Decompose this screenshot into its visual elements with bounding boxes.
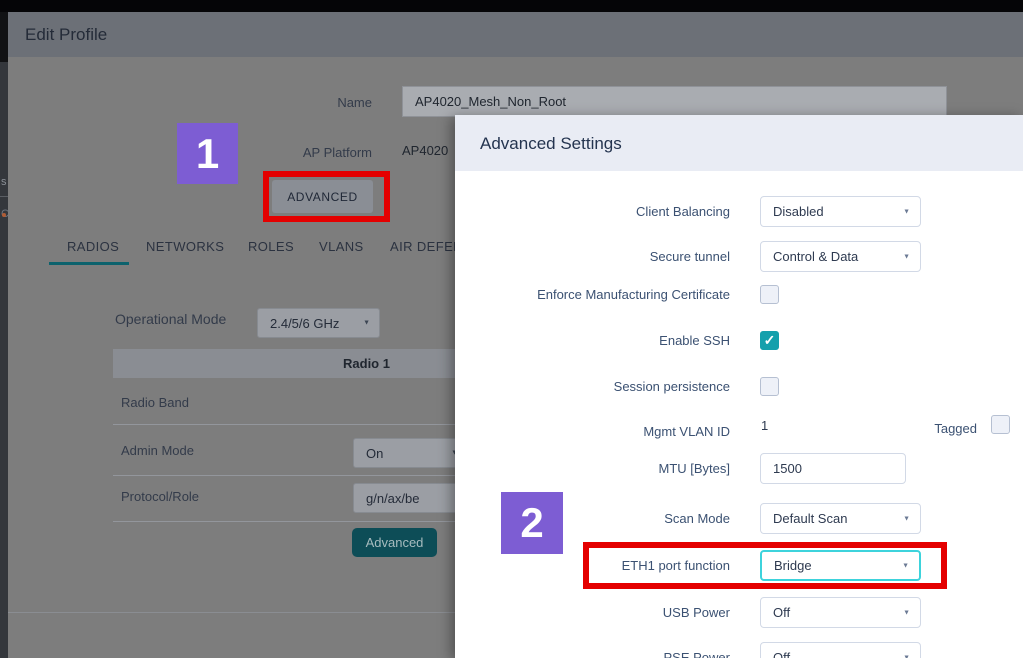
protocol-role-select[interactable]: g/n/ax/be	[353, 483, 468, 513]
page-title: Edit Profile	[25, 25, 107, 45]
enable-ssh-checkbox[interactable]: ✓	[760, 331, 779, 350]
enforce-cert-label: Enforce Manufacturing Certificate	[470, 287, 730, 302]
client-balancing-select[interactable]: Disabled ▼	[760, 196, 921, 227]
ap-platform-value: AP4020	[402, 143, 448, 158]
radio-advanced-button-label: Advanced	[366, 535, 424, 550]
mgmt-vlan-value: 1	[761, 418, 768, 433]
admin-mode-select[interactable]: On ▼	[353, 438, 468, 468]
annotation-red-box-2	[583, 542, 947, 589]
radio-advanced-button[interactable]: Advanced	[352, 528, 437, 557]
usb-power-value: Off	[773, 605, 790, 620]
scan-mode-value: Default Scan	[773, 511, 847, 526]
dropdown-caret-icon: ▼	[903, 654, 910, 658]
sidebar-text-fragment: s	[1, 176, 7, 188]
name-input[interactable]	[402, 86, 947, 117]
step-1-number: 1	[196, 130, 219, 178]
mtu-input[interactable]	[760, 453, 906, 484]
pse-power-value: Off	[773, 650, 790, 658]
operational-mode-label: Operational Mode	[115, 311, 226, 327]
protocol-role-label: Protocol/Role	[121, 489, 199, 504]
scan-mode-select[interactable]: Default Scan ▼	[760, 503, 921, 534]
radio-band-label: Radio Band	[121, 395, 189, 410]
secure-tunnel-label: Secure tunnel	[470, 249, 730, 264]
client-balancing-value: Disabled	[773, 204, 824, 219]
protocol-role-value: g/n/ax/be	[366, 491, 420, 506]
checkmark-icon: ✓	[764, 332, 776, 349]
active-tab-underline	[49, 262, 129, 265]
step-2-number: 2	[520, 499, 543, 547]
tagged-label: Tagged	[857, 421, 977, 436]
sidebar-divider	[0, 196, 8, 197]
mtu-label: MTU [Bytes]	[470, 461, 730, 476]
tab-vlans[interactable]: VLANS	[319, 239, 364, 254]
annotation-step-badge-1: 1	[177, 123, 238, 184]
dropdown-caret-icon: ▼	[363, 320, 370, 327]
dropdown-caret-icon: ▼	[903, 208, 910, 215]
tab-roles[interactable]: ROLES	[248, 239, 294, 254]
pse-power-label: PSE Power	[470, 650, 730, 658]
annotation-red-box-1	[263, 171, 390, 222]
tagged-checkbox[interactable]	[991, 415, 1010, 434]
usb-power-label: USB Power	[470, 605, 730, 620]
enable-ssh-label: Enable SSH	[470, 333, 730, 348]
pse-power-select[interactable]: Off ▼	[760, 642, 921, 658]
advanced-settings-panel-header: Advanced Settings	[455, 115, 1023, 171]
dropdown-caret-icon: ▼	[903, 253, 910, 260]
name-label: Name	[230, 95, 372, 110]
enforce-cert-checkbox[interactable]	[760, 285, 779, 304]
annotation-step-badge-2: 2	[501, 492, 563, 554]
ap-platform-label: AP Platform	[230, 145, 372, 160]
session-persistence-label: Session persistence	[470, 379, 730, 394]
sidebar-orange-dot	[2, 213, 6, 217]
admin-mode-label: Admin Mode	[121, 443, 194, 458]
screen: s C Edit Profile Name AP Platform AP4020…	[0, 0, 1023, 658]
secure-tunnel-value: Control & Data	[773, 249, 858, 264]
window-top-bar	[0, 0, 1023, 12]
dropdown-caret-icon: ▼	[903, 515, 910, 522]
dropdown-caret-icon: ▼	[903, 609, 910, 616]
tab-radios[interactable]: RADIOS	[67, 239, 119, 254]
radio1-column-header: Radio 1	[343, 356, 390, 371]
background-sidebar-sliver: s C	[0, 0, 8, 658]
session-persistence-checkbox[interactable]	[760, 377, 779, 396]
client-balancing-label: Client Balancing	[470, 204, 730, 219]
admin-mode-value: On	[366, 446, 383, 461]
advanced-settings-title: Advanced Settings	[480, 134, 622, 154]
mgmt-vlan-label: Mgmt VLAN ID	[470, 424, 730, 439]
tab-networks[interactable]: NETWORKS	[146, 239, 224, 254]
edit-profile-header: Edit Profile	[8, 12, 1023, 57]
operational-mode-select[interactable]: 2.4/5/6 GHz ▼	[257, 308, 380, 338]
operational-mode-value: 2.4/5/6 GHz	[270, 316, 339, 331]
secure-tunnel-select[interactable]: Control & Data ▼	[760, 241, 921, 272]
usb-power-select[interactable]: Off ▼	[760, 597, 921, 628]
